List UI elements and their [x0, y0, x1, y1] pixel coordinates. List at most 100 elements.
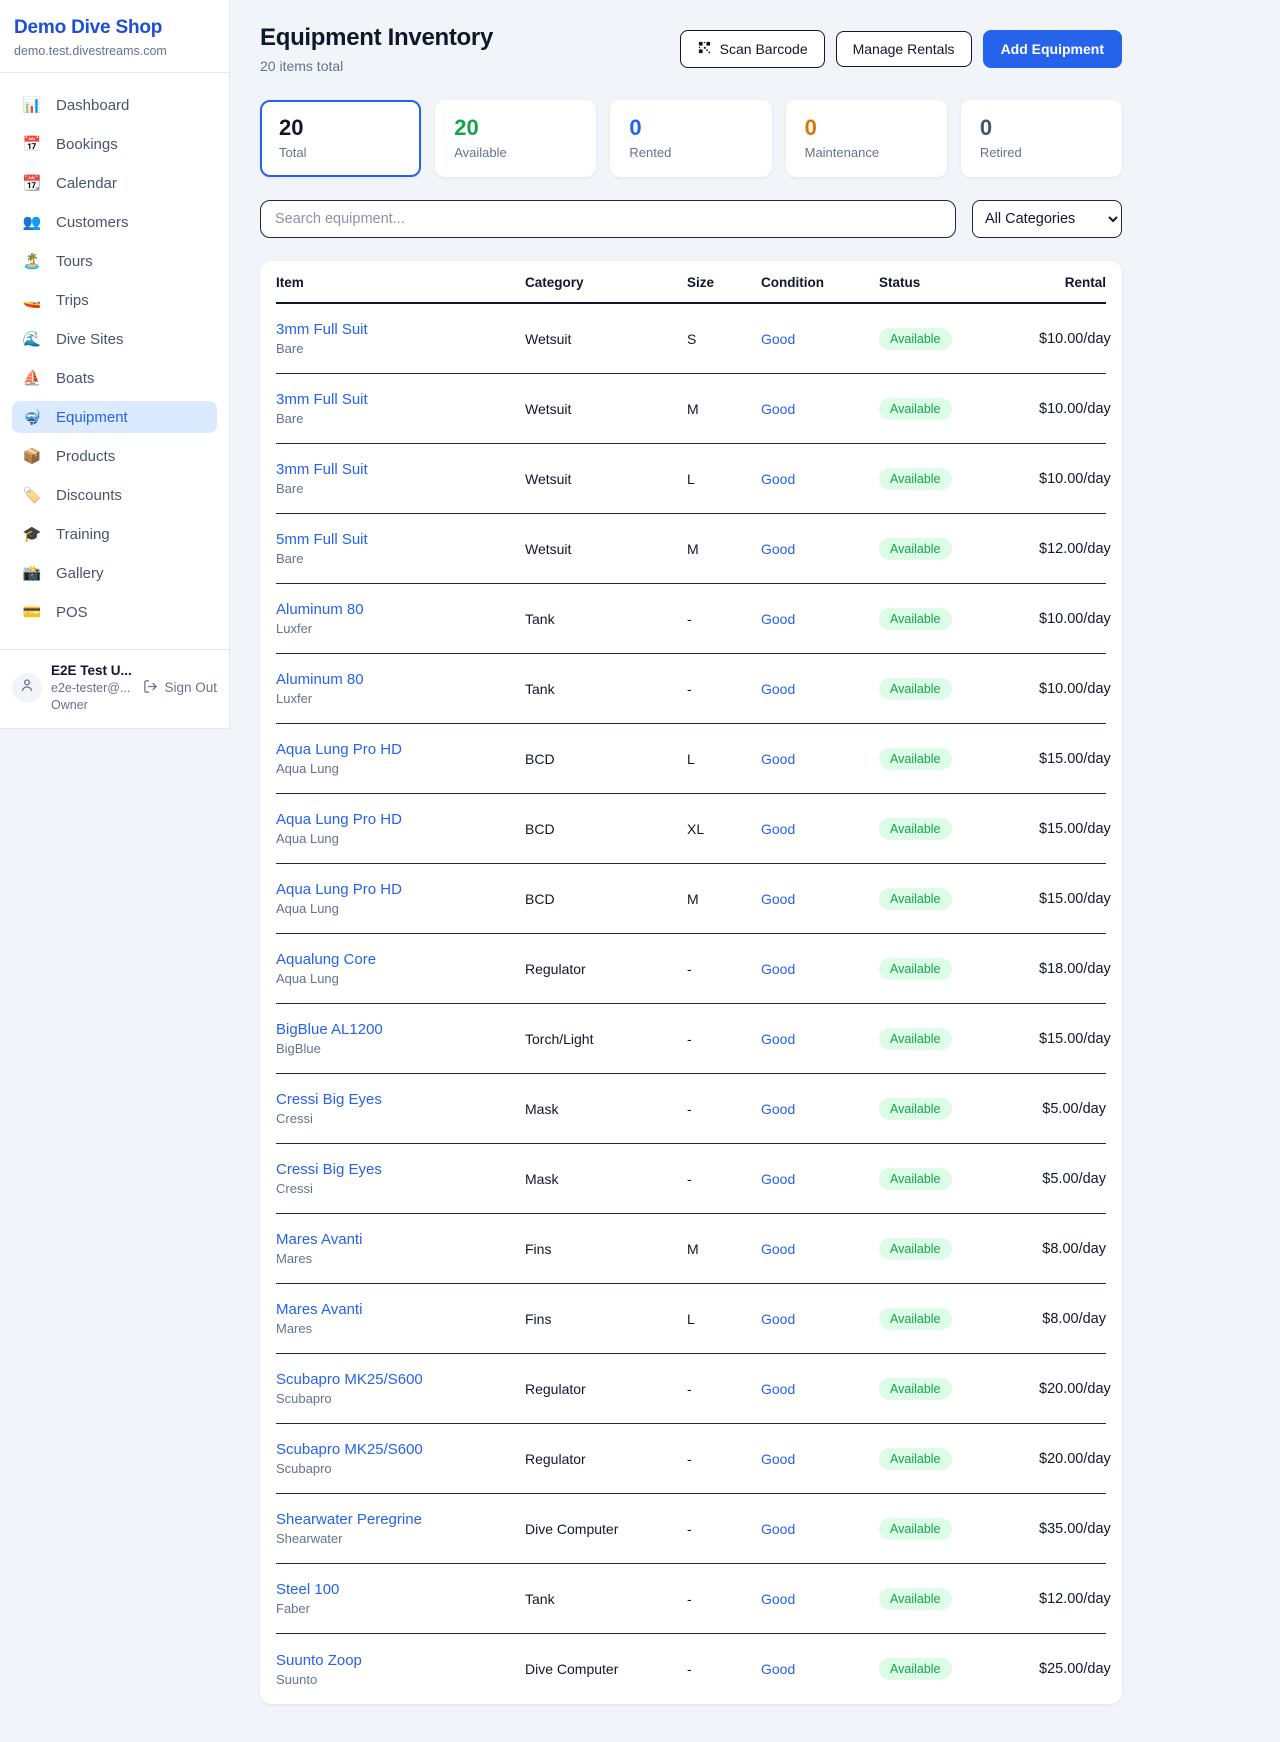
size-cell: - [687, 1031, 761, 1047]
sidebar-item-boats[interactable]: ⛵ Boats [12, 362, 217, 394]
item-name-link[interactable]: Scubapro MK25/S600 [276, 1441, 525, 1458]
stat-card-total[interactable]: 20 Total [260, 100, 421, 177]
condition-link[interactable]: Good [761, 541, 879, 557]
status-badge: Available [879, 1378, 952, 1400]
add-equipment-button[interactable]: Add Equipment [983, 30, 1122, 68]
status-cell: Available [879, 1378, 1039, 1400]
condition-link[interactable]: Good [761, 1031, 879, 1047]
condition-link[interactable]: Good [761, 961, 879, 977]
category-cell: BCD [525, 821, 687, 837]
search-input[interactable] [260, 200, 956, 238]
sidebar-item-gallery[interactable]: 📸 Gallery [12, 557, 217, 589]
rental-cell: $15.00/day [1039, 1031, 1111, 1047]
brand-title[interactable]: Demo Dive Shop [0, 0, 229, 42]
item-name-link[interactable]: Cressi Big Eyes [276, 1161, 525, 1178]
item-name-link[interactable]: Aqua Lung Pro HD [276, 741, 525, 758]
condition-link[interactable]: Good [761, 1661, 879, 1677]
rental-cell: $12.00/day [1039, 1591, 1111, 1607]
item-cell: Aqua Lung Pro HD Aqua Lung [276, 881, 525, 916]
item-name-link[interactable]: 5mm Full Suit [276, 531, 525, 548]
item-name-link[interactable]: Steel 100 [276, 1581, 525, 1598]
sidebar-item-discounts[interactable]: 🏷️ Discounts [12, 479, 217, 511]
scan-barcode-button[interactable]: Scan Barcode [680, 30, 825, 68]
table-row: Cressi Big Eyes Cressi Mask - Good Avail… [276, 1144, 1106, 1214]
stat-card-retired[interactable]: 0 Retired [961, 100, 1122, 177]
item-name-link[interactable]: Aqua Lung Pro HD [276, 881, 525, 898]
condition-link[interactable]: Good [761, 891, 879, 907]
item-name-link[interactable]: Mares Avanti [276, 1301, 525, 1318]
condition-link[interactable]: Good [761, 821, 879, 837]
status-cell: Available [879, 958, 1039, 980]
condition-link[interactable]: Good [761, 1171, 879, 1187]
sidebar-item-tours[interactable]: 🏝️ Tours [12, 245, 217, 277]
stat-value: 20 [454, 115, 577, 141]
sidebar-item-pos[interactable]: 💳 POS [12, 596, 217, 628]
item-name-link[interactable]: Scubapro MK25/S600 [276, 1371, 525, 1388]
sidebar-item-customers[interactable]: 👥 Customers [12, 206, 217, 238]
stat-value: 0 [629, 115, 752, 141]
condition-link[interactable]: Good [761, 1381, 879, 1397]
condition-link[interactable]: Good [761, 751, 879, 767]
sidebar-item-calendar[interactable]: 📆 Calendar [12, 167, 217, 199]
condition-link[interactable]: Good [761, 471, 879, 487]
condition-link[interactable]: Good [761, 1311, 879, 1327]
category-select[interactable]: All Categories [972, 200, 1122, 238]
status-cell: Available [879, 608, 1039, 630]
stat-card-rented[interactable]: 0 Rented [610, 100, 771, 177]
condition-link[interactable]: Good [761, 1241, 879, 1257]
size-cell: - [687, 1381, 761, 1397]
column-header-category: Category [525, 275, 687, 290]
nav-label: Products [56, 448, 115, 465]
condition-link[interactable]: Good [761, 331, 879, 347]
sidebar-item-dashboard[interactable]: 📊 Dashboard [12, 89, 217, 121]
item-brand: Bare [276, 411, 525, 426]
condition-link[interactable]: Good [761, 401, 879, 417]
sidebar-item-bookings[interactable]: 📅 Bookings [12, 128, 217, 160]
item-name-link[interactable]: Aqua Lung Pro HD [276, 811, 525, 828]
condition-link[interactable]: Good [761, 1521, 879, 1537]
nav-label: POS [56, 604, 88, 621]
condition-link[interactable]: Good [761, 1101, 879, 1117]
item-name-link[interactable]: 3mm Full Suit [276, 321, 525, 338]
item-name-link[interactable]: Mares Avanti [276, 1231, 525, 1248]
table-row: Scubapro MK25/S600 Scubapro Regulator - … [276, 1354, 1106, 1424]
item-brand: Suunto [276, 1672, 525, 1687]
condition-link[interactable]: Good [761, 611, 879, 627]
item-name-link[interactable]: Aqualung Core [276, 951, 525, 968]
item-brand: Mares [276, 1321, 525, 1336]
item-cell: 3mm Full Suit Bare [276, 321, 525, 356]
rental-cell: $15.00/day [1039, 751, 1111, 767]
condition-link[interactable]: Good [761, 1591, 879, 1607]
sidebar-item-trips[interactable]: 🚤 Trips [12, 284, 217, 316]
item-name-link[interactable]: 3mm Full Suit [276, 461, 525, 478]
stat-value: 0 [805, 115, 928, 141]
item-name-link[interactable]: Aluminum 80 [276, 601, 525, 618]
manage-rentals-button[interactable]: Manage Rentals [836, 31, 972, 67]
condition-link[interactable]: Good [761, 681, 879, 697]
column-header-size: Size [687, 275, 761, 290]
item-brand: Luxfer [276, 691, 525, 706]
sidebar-item-products[interactable]: 📦 Products [12, 440, 217, 472]
size-cell: - [687, 1591, 761, 1607]
status-cell: Available [879, 748, 1039, 770]
item-name-link[interactable]: 3mm Full Suit [276, 391, 525, 408]
sign-out-button[interactable]: Sign Out [143, 679, 217, 697]
stat-card-maintenance[interactable]: 0 Maintenance [786, 100, 947, 177]
sign-out-label: Sign Out [164, 680, 217, 695]
item-name-link[interactable]: Suunto Zoop [276, 1652, 525, 1669]
sidebar-item-training[interactable]: 🎓 Training [12, 518, 217, 550]
item-name-link[interactable]: Aluminum 80 [276, 671, 525, 688]
condition-link[interactable]: Good [761, 1451, 879, 1467]
status-cell: Available [879, 1028, 1039, 1050]
item-name-link[interactable]: BigBlue AL1200 [276, 1021, 525, 1038]
app-layout: Demo Dive Shop demo.test.divestreams.com… [0, 0, 1280, 1734]
item-cell: 3mm Full Suit Bare [276, 461, 525, 496]
item-brand: Mares [276, 1251, 525, 1266]
item-name-link[interactable]: Shearwater Peregrine [276, 1511, 525, 1528]
item-name-link[interactable]: Cressi Big Eyes [276, 1091, 525, 1108]
table-row: Mares Avanti Mares Fins L Good Available… [276, 1284, 1106, 1354]
status-badge: Available [879, 1518, 952, 1540]
sidebar-item-dive-sites[interactable]: 🌊 Dive Sites [12, 323, 217, 355]
sidebar-item-equipment[interactable]: 🤿 Equipment [12, 401, 217, 433]
stat-card-available[interactable]: 20 Available [435, 100, 596, 177]
